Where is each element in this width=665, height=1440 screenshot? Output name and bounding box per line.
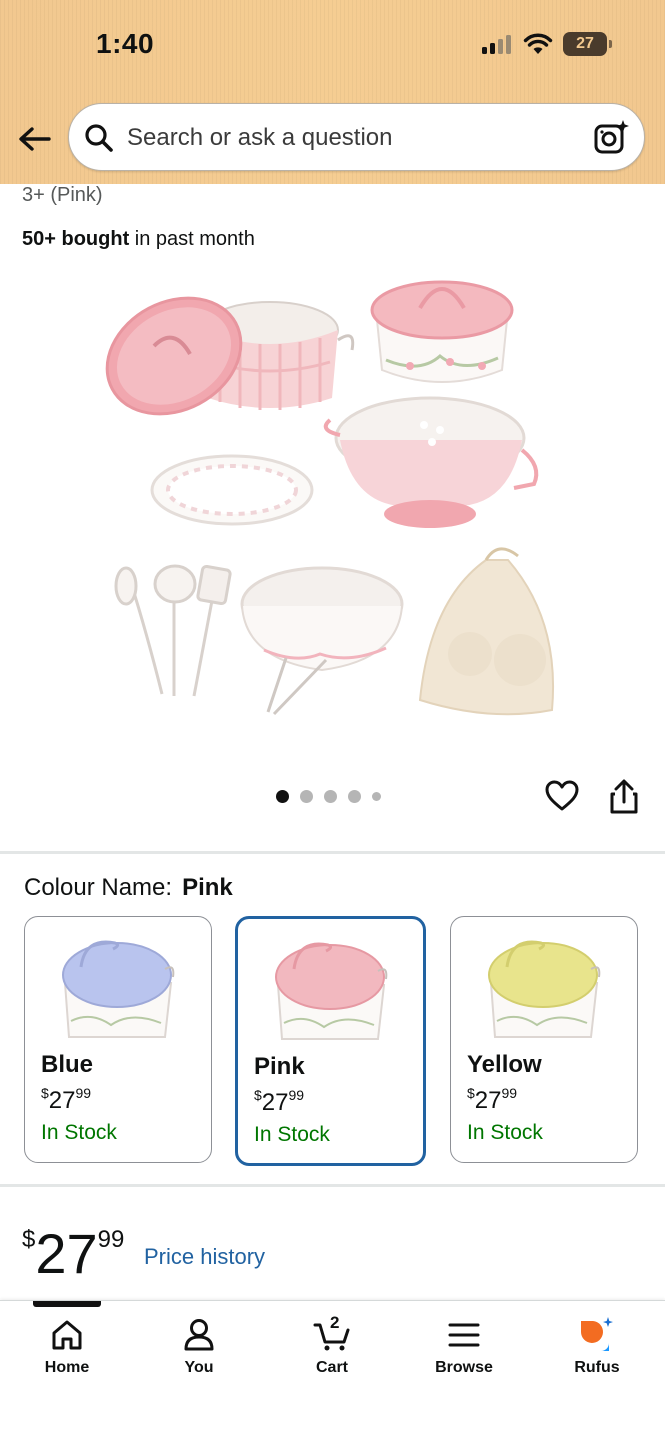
camera-lens-icon[interactable] (592, 118, 630, 156)
rufus-icon (581, 1317, 613, 1351)
divider (0, 1184, 665, 1187)
carousel-dot[interactable] (348, 790, 361, 803)
carousel-dot[interactable] (276, 790, 289, 803)
menu-icon (448, 1323, 480, 1347)
person-icon (184, 1319, 214, 1351)
cart-count: 2 (330, 1313, 340, 1332)
signal-icon (482, 35, 511, 54)
active-tab-indicator (33, 1301, 101, 1307)
carousel-dot[interactable] (372, 792, 381, 801)
product-image[interactable] (90, 270, 570, 740)
status-icons: 27 (481, 32, 612, 56)
swatch-price: $2799 (254, 1087, 305, 1116)
home-icon (52, 1320, 82, 1350)
carousel-dot[interactable] (324, 790, 337, 803)
nav-label: You (184, 1359, 214, 1376)
divider (0, 851, 665, 854)
price-history-link[interactable]: Price history (144, 1244, 265, 1270)
battery-icon: 27 (563, 32, 612, 56)
swatch-price: $2799 (467, 1085, 518, 1114)
nav-label: Rufus (574, 1359, 620, 1376)
search-icon (85, 124, 113, 152)
nav-label: Cart (315, 1359, 348, 1376)
carousel-dot[interactable] (300, 790, 313, 803)
product-title[interactable]: 3+ (Pink) (22, 184, 103, 207)
swatch-name: Blue (41, 1051, 94, 1078)
lid (275, 944, 385, 1010)
stock-status: In Stock (254, 1123, 330, 1146)
lid (62, 942, 172, 1008)
heart-icon[interactable] (544, 778, 580, 814)
colour-label: Colour Name: Pink (24, 874, 233, 901)
plate-illustration (150, 454, 314, 526)
swatch-image (62, 940, 175, 1038)
status-time: 1:40 (96, 28, 155, 59)
pan-illustration (240, 566, 404, 716)
product-price: $2799 (22, 1222, 125, 1285)
mesh-bag-illustration (418, 547, 555, 716)
selected-colour: Pink (182, 874, 233, 901)
colour-option-yellow[interactable]: Yellow $2799 In Stock (450, 916, 638, 1163)
colander-illustration (323, 396, 539, 528)
share-icon[interactable] (606, 778, 642, 816)
nav-you[interactable]: You (149, 1315, 249, 1385)
swatch-image (488, 940, 601, 1038)
colour-option-pink[interactable]: Pink $2799 In Stock (235, 916, 426, 1166)
nav-label: Home (44, 1359, 90, 1376)
bought-count: 50+ bought in past month (22, 228, 255, 250)
lid (488, 942, 598, 1008)
stock-status: In Stock (467, 1121, 543, 1144)
pot-illustration (105, 296, 355, 416)
swatch-image (275, 942, 388, 1040)
search-input[interactable] (127, 121, 567, 155)
search-bar[interactable] (68, 103, 645, 171)
image-carousel-dots[interactable] (276, 790, 381, 803)
bottom-nav: Home You 2 Cart Browse Rufus (0, 1300, 665, 1440)
nav-rufus[interactable]: Rufus (547, 1315, 647, 1385)
nav-browse[interactable]: Browse (414, 1315, 514, 1385)
colour-option-blue[interactable]: Blue $2799 In Stock (24, 916, 212, 1163)
nav-cart[interactable]: 2 Cart (282, 1313, 382, 1385)
stock-status: In Stock (41, 1121, 117, 1144)
swatch-price: $2799 (41, 1085, 92, 1114)
swatch-name: Yellow (467, 1051, 542, 1078)
swatch-name: Pink (254, 1053, 305, 1080)
back-arrow-icon[interactable] (16, 120, 54, 158)
small-pot-illustration (370, 280, 514, 383)
wifi-icon (523, 33, 553, 54)
nav-home[interactable]: Home (17, 1315, 117, 1385)
nav-label: Browse (435, 1359, 493, 1376)
utensils-illustration (114, 564, 232, 697)
header: 1:40 27 (0, 0, 665, 184)
